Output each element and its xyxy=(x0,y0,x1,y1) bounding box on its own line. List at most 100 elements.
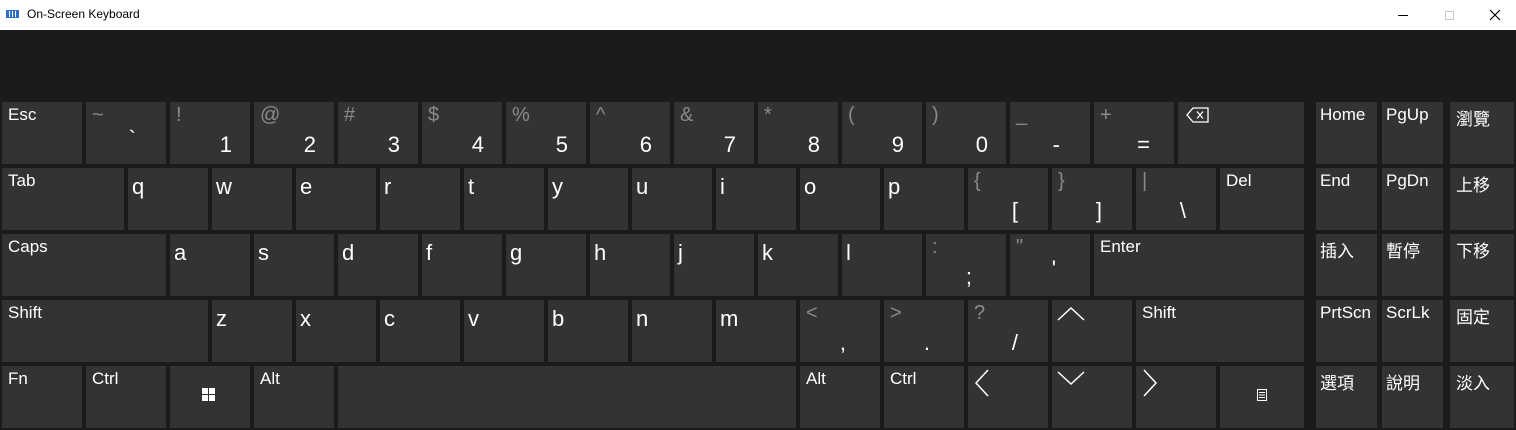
key-8[interactable]: * 8 xyxy=(758,102,838,164)
key-slash[interactable]: ? / xyxy=(968,300,1048,362)
key-r[interactable]: r xyxy=(380,168,460,230)
key-y[interactable]: y xyxy=(548,168,628,230)
key-prtscn[interactable]: PrtScn xyxy=(1316,300,1377,362)
key-b[interactable]: b xyxy=(548,300,628,362)
key-x[interactable]: x xyxy=(296,300,376,362)
key-arrow-up[interactable] xyxy=(1052,300,1132,362)
key-d[interactable]: d xyxy=(338,234,418,296)
key-space[interactable] xyxy=(338,366,796,428)
key-comma[interactable]: <, xyxy=(800,300,880,362)
key-h[interactable]: h xyxy=(590,234,670,296)
key-enter[interactable]: Enter xyxy=(1094,234,1304,296)
key-label: PgUp xyxy=(1386,105,1429,124)
key-f[interactable]: f xyxy=(422,234,502,296)
key-fade[interactable]: 淡入 xyxy=(1450,366,1514,428)
key-left-bracket[interactable]: {[ xyxy=(968,168,1048,230)
key-semicolon[interactable]: :; xyxy=(926,234,1006,296)
key-browse[interactable]: 瀏覽 xyxy=(1450,102,1514,164)
key-e[interactable]: e xyxy=(296,168,376,230)
key-u[interactable]: u xyxy=(632,168,712,230)
key-alt-left[interactable]: Alt xyxy=(254,366,334,428)
close-icon xyxy=(1489,9,1501,21)
key-home[interactable]: Home xyxy=(1316,102,1377,164)
key-backtick[interactable]: ~ ` xyxy=(86,102,166,164)
key-p[interactable]: p xyxy=(884,168,964,230)
key-move-down[interactable]: 下移 xyxy=(1450,234,1514,296)
key-k[interactable]: k xyxy=(758,234,838,296)
key-5[interactable]: % 5 xyxy=(506,102,586,164)
key-label: s xyxy=(258,240,269,265)
key-help[interactable]: 說明 xyxy=(1382,366,1443,428)
key-shift-symbol: ! xyxy=(176,104,182,126)
key-minus[interactable]: _ - xyxy=(1010,102,1090,164)
key-windows[interactable] xyxy=(170,366,250,428)
key-quote[interactable]: " ' xyxy=(1010,234,1090,296)
key-shift-left[interactable]: Shift xyxy=(2,300,208,362)
key-options[interactable]: 選項 xyxy=(1316,366,1377,428)
key-t[interactable]: t xyxy=(464,168,544,230)
key-menu[interactable] xyxy=(1220,366,1304,428)
key-o[interactable]: o xyxy=(800,168,880,230)
key-l[interactable]: l xyxy=(842,234,922,296)
key-z[interactable]: z xyxy=(212,300,292,362)
key-7[interactable]: & 7 xyxy=(674,102,754,164)
key-w[interactable]: w xyxy=(212,168,292,230)
key-shift-symbol: ( xyxy=(848,104,855,126)
key-arrow-right[interactable] xyxy=(1136,366,1216,428)
key-insert[interactable]: 插入 xyxy=(1316,234,1377,296)
key-pgdn[interactable]: PgDn xyxy=(1382,168,1443,230)
key-9[interactable]: (9 xyxy=(842,102,922,164)
minimize-icon xyxy=(1398,14,1408,16)
key-0[interactable]: ) 0 xyxy=(926,102,1006,164)
minimize-button[interactable] xyxy=(1380,0,1426,30)
key-label: k xyxy=(762,240,773,265)
key-3[interactable]: #3 xyxy=(338,102,418,164)
key-2[interactable]: @2 xyxy=(254,102,334,164)
key-ctrl-right[interactable]: Ctrl xyxy=(884,366,964,428)
key-n[interactable]: n xyxy=(632,300,712,362)
backspace-icon xyxy=(1186,107,1209,123)
key-tab[interactable]: Tab xyxy=(2,168,124,230)
key-esc[interactable]: Esc xyxy=(2,102,82,164)
key-s[interactable]: s xyxy=(254,234,334,296)
key-j[interactable]: j xyxy=(674,234,754,296)
windows-logo-icon xyxy=(202,388,215,401)
key-a[interactable]: a xyxy=(170,234,250,296)
key-backslash[interactable]: | \ xyxy=(1136,168,1216,230)
key-del[interactable]: Del xyxy=(1220,168,1304,230)
key-end[interactable]: End xyxy=(1316,168,1377,230)
key-right-bracket[interactable]: }] xyxy=(1052,168,1132,230)
key-label: a xyxy=(174,240,187,265)
key-shift-symbol: _ xyxy=(1016,104,1028,126)
key-v[interactable]: v xyxy=(464,300,544,362)
key-base-symbol: 7 xyxy=(723,132,736,157)
window-title: On-Screen Keyboard xyxy=(27,7,140,21)
key-label: o xyxy=(804,174,817,199)
key-g[interactable]: g xyxy=(506,234,586,296)
key-alt-right[interactable]: Alt xyxy=(800,366,880,428)
key-period[interactable]: >. xyxy=(884,300,964,362)
key-m[interactable]: m xyxy=(716,300,796,362)
key-arrow-down[interactable] xyxy=(1052,366,1132,428)
key-6[interactable]: ^ 6 xyxy=(590,102,670,164)
key-q[interactable]: q xyxy=(128,168,208,230)
key-pgup[interactable]: PgUp xyxy=(1382,102,1443,164)
key-c[interactable]: c xyxy=(380,300,460,362)
key-scrlk[interactable]: ScrLk xyxy=(1382,300,1443,362)
close-button[interactable] xyxy=(1472,0,1516,30)
key-move-up[interactable]: 上移 xyxy=(1450,168,1514,230)
key-caps[interactable]: Caps xyxy=(2,234,166,296)
key-pause[interactable]: 暫停 xyxy=(1382,234,1443,296)
key-1[interactable]: ! 1 xyxy=(170,102,250,164)
key-backspace[interactable] xyxy=(1178,102,1304,164)
key-i[interactable]: i xyxy=(716,168,796,230)
maximize-button[interactable] xyxy=(1426,0,1472,30)
key-equals[interactable]: + = xyxy=(1094,102,1174,164)
key-arrow-left[interactable] xyxy=(968,366,1048,428)
key-dock[interactable]: 固定 xyxy=(1450,300,1514,362)
key-ctrl-left[interactable]: Ctrl xyxy=(86,366,166,428)
key-shift-right[interactable]: Shift xyxy=(1136,300,1304,362)
key-fn[interactable]: Fn xyxy=(2,366,82,428)
key-label: Alt xyxy=(260,369,280,388)
key-4[interactable]: $4 xyxy=(422,102,502,164)
